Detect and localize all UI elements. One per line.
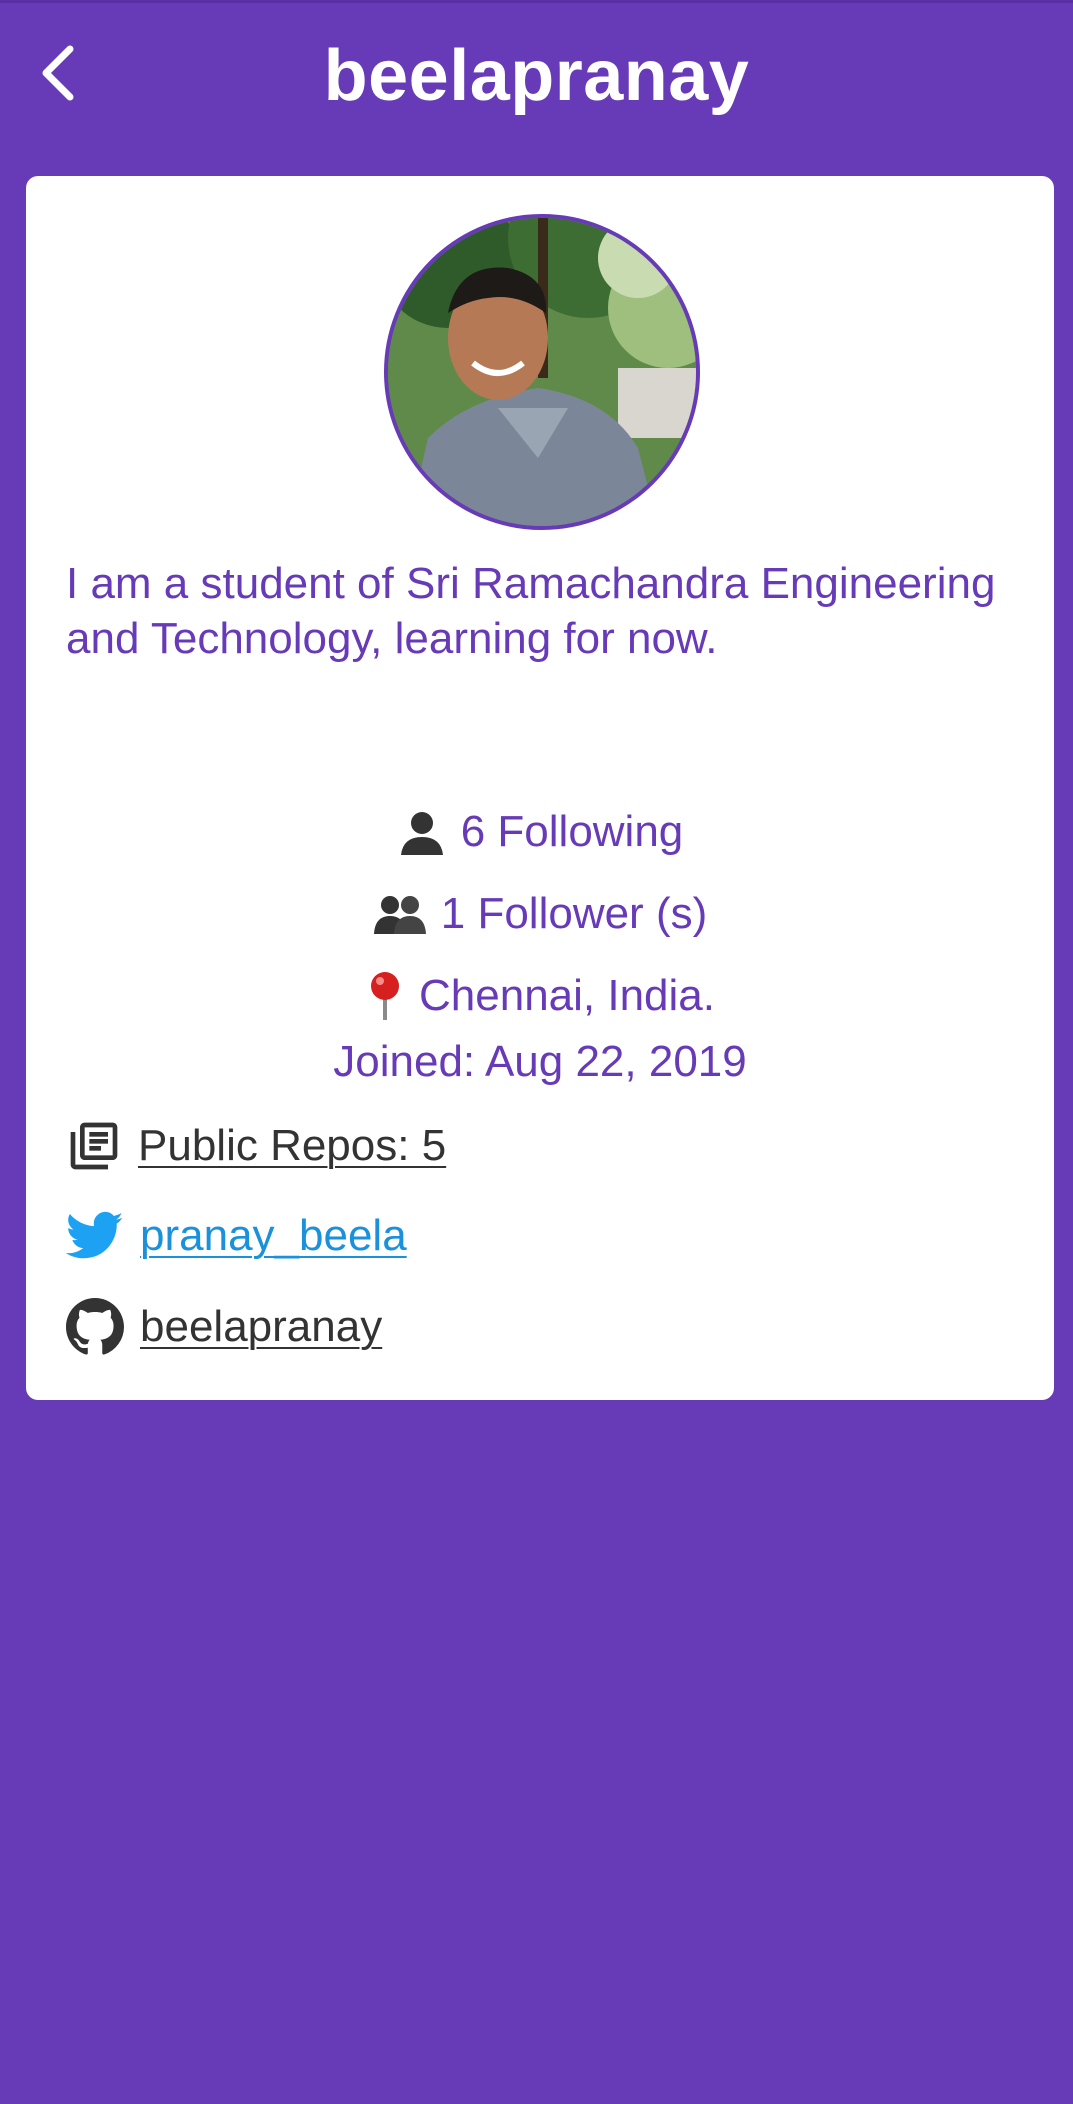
joined-row: Joined: Aug 22, 2019	[26, 1034, 1054, 1090]
page-title: beelapranay	[323, 36, 750, 116]
public-repos-row[interactable]: Public Repos: 5	[66, 1118, 446, 1174]
location-text: Chennai, India.	[419, 971, 715, 1020]
twitter-row[interactable]: pranay_beela	[66, 1208, 407, 1264]
bio-text: I am a student of Sri Ramachandra Engine…	[66, 559, 996, 663]
location-row: Chennai, India.	[26, 968, 1054, 1024]
library-books-icon	[66, 1118, 122, 1174]
joined-text: Joined: Aug 22, 2019	[333, 1037, 747, 1086]
following-row[interactable]: 6 Following	[26, 804, 1054, 860]
github-row[interactable]: beelapranay	[66, 1298, 382, 1356]
twitter-icon	[66, 1211, 124, 1261]
public-repos-link[interactable]: Public Repos: 5	[138, 1118, 446, 1174]
person-icon	[397, 807, 447, 857]
profile-card: I am a student of Sri Ramachandra Engine…	[26, 176, 1054, 1400]
github-link[interactable]: beelapranay	[140, 1299, 382, 1355]
following-count: 6 Following	[460, 807, 684, 856]
app-bar: beelapranay	[0, 0, 1073, 160]
followers-count: 1 Follower (s)	[440, 889, 708, 938]
twitter-link[interactable]: pranay_beela	[140, 1208, 407, 1264]
people-icon	[373, 892, 427, 936]
avatar	[384, 214, 700, 530]
location-pin-icon	[365, 970, 405, 1022]
github-icon	[66, 1298, 124, 1356]
followers-row[interactable]: 1 Follower (s)	[26, 886, 1054, 942]
